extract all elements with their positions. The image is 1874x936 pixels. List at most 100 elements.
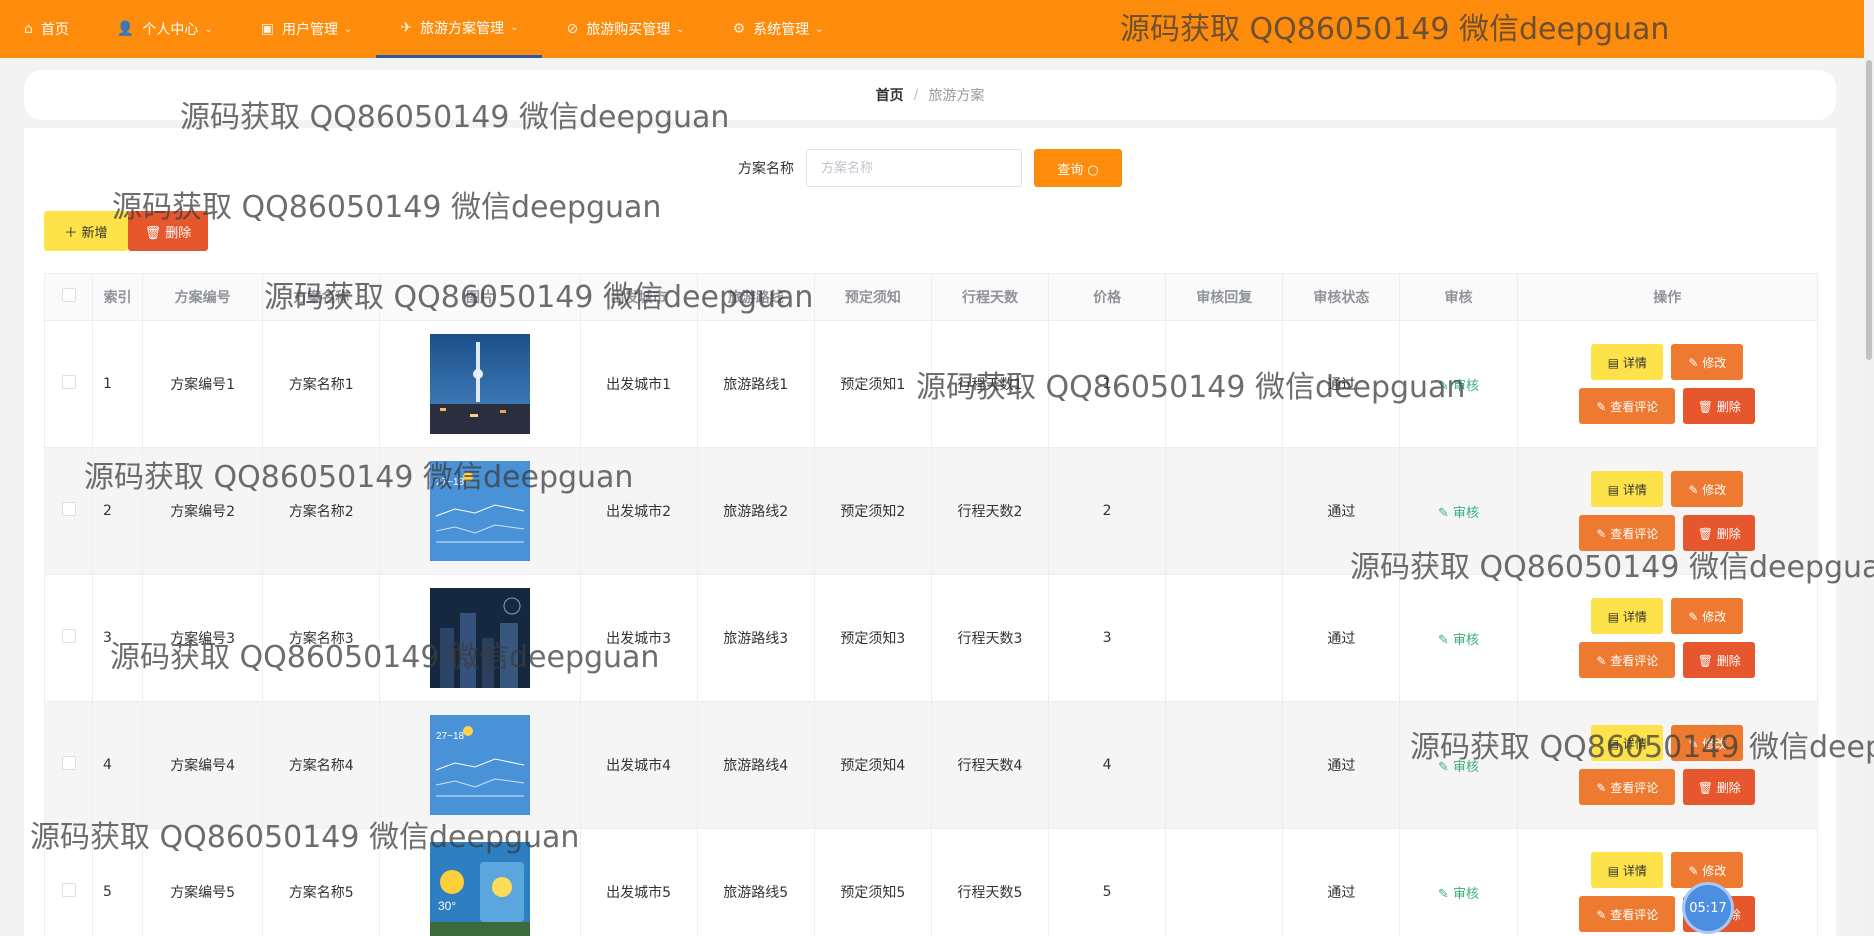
scrollbar-thumb[interactable] <box>1866 60 1872 360</box>
row-actions: ▤ 详情✎ 修改 ✎ 查看评论🗑 删除 <box>1537 598 1797 678</box>
nav-users[interactable]: ▣ 用户管理 ⌄ <box>237 0 377 58</box>
delete-button[interactable]: 🗑 删除 <box>1683 642 1756 678</box>
image-cell: 27~18° <box>379 447 581 575</box>
edit-button[interactable]: ✎ 修改 <box>1671 725 1744 761</box>
delete-button[interactable]: 🗑 删除 <box>1683 515 1756 551</box>
breadcrumb-home[interactable]: 首页 <box>876 85 904 105</box>
page-scrollbar[interactable] <box>1864 0 1874 936</box>
nav-travel-plans[interactable]: ✈ 旅游方案管理 ⌄ <box>376 0 543 58</box>
audit-link[interactable]: ✎ 审核 <box>1438 633 1479 648</box>
cell-city: 出发城市2 <box>579 447 698 575</box>
detail-button[interactable]: ▤ 详情 <box>1591 725 1664 761</box>
cell-status: 通过 <box>1282 828 1401 936</box>
select-all-checkbox-cell[interactable] <box>43 273 94 321</box>
column-header: 预定须知 <box>813 273 932 321</box>
nav-system[interactable]: ⚙ 系统管理 ⌄ <box>709 0 848 58</box>
cell-city: 出发城市4 <box>579 701 698 829</box>
audit-cell: ✎ 审核 <box>1399 574 1518 702</box>
audit-link[interactable]: ✎ 审核 <box>1438 887 1479 902</box>
cell-code: 方案编号4 <box>142 701 264 829</box>
select-all-checkbox[interactable] <box>61 288 76 302</box>
row-actions: ▤ 详情✎ 修改 ✎ 查看评论🗑 删除 <box>1537 471 1797 551</box>
add-button[interactable]: ＋ 新增 <box>44 211 128 251</box>
audit-cell: ✎ 审核 <box>1399 701 1518 829</box>
cell-city: 出发城市3 <box>579 574 698 702</box>
cell-price: 5 <box>1048 828 1167 936</box>
detail-button[interactable]: ▤ 详情 <box>1591 344 1664 380</box>
view-comments-button[interactable]: ✎ 查看评论 <box>1579 896 1676 932</box>
row-checkbox[interactable] <box>61 629 76 643</box>
image-cell <box>379 574 581 702</box>
view-comments-button[interactable]: ✎ 查看评论 <box>1579 769 1676 805</box>
table-row: 2 方案编号2 方案名称2 27~18° 出发城市2 旅游路线2 预定须知2 行程天数2 2 通过… <box>43 447 1819 575</box>
row-checkbox-cell <box>43 320 94 448</box>
view-comments-button[interactable]: ✎ 查看评论 <box>1579 642 1676 678</box>
bulk-delete-button[interactable]: 🗑 删除 <box>128 211 208 251</box>
edit-button[interactable]: ✎ 修改 <box>1671 344 1744 380</box>
audit-link[interactable]: ✎ 审核 <box>1438 760 1479 775</box>
edit-button[interactable]: ✎ 修改 <box>1671 471 1744 507</box>
action-bar: ＋ 新增 🗑 删除 <box>44 211 208 251</box>
column-header: 操作 <box>1516 273 1819 321</box>
plan-thumbnail-image: 27~18° <box>429 461 530 561</box>
cell-notice: 预定须知4 <box>813 701 932 829</box>
home-icon: ⌂ <box>24 21 33 37</box>
table-row: 3 方案编号3 方案名称3 出发城市3 旅游路线3 预定须知3 行程天数3 3 通过 ✎ 审核 ▤ … <box>43 574 1819 702</box>
row-checkbox[interactable] <box>61 883 76 897</box>
delete-button[interactable]: 🗑 删除 <box>1683 769 1756 805</box>
view-comments-button[interactable]: ✎ 查看评论 <box>1579 515 1676 551</box>
chevron-down-icon: ⌄ <box>815 23 824 35</box>
cell-route: 旅游路线4 <box>696 701 815 829</box>
nav-users-label: 用户管理 <box>281 22 338 38</box>
row-checkbox[interactable] <box>61 756 76 770</box>
detail-button[interactable]: ▤ 详情 <box>1591 852 1664 888</box>
delete-button[interactable]: 🗑 删除 <box>1683 388 1756 424</box>
nav-travel-plans-label: 旅游方案管理 <box>420 20 505 37</box>
cell-route: 旅游路线3 <box>696 574 815 702</box>
cell-city: 出发城市5 <box>579 828 698 936</box>
cell-status: 通过 <box>1282 701 1401 829</box>
detail-button[interactable]: ▤ 详情 <box>1591 598 1664 634</box>
audit-link[interactable]: ✎ 审核 <box>1438 379 1479 394</box>
nav-profile[interactable]: 👤 个人中心 ⌄ <box>93 0 237 58</box>
query-button[interactable]: 查询 ○ <box>1034 149 1122 187</box>
main-panel: 方案名称 查询 ○ ＋ 新增 🗑 删除 索引方案编号方案名称图片出发城市旅游路线… <box>24 128 1836 936</box>
column-header: 审核状态 <box>1282 273 1401 321</box>
search-input[interactable] <box>806 149 1022 187</box>
svg-text:27~18°: 27~18° <box>436 731 468 742</box>
cell-notice: 预定须知5 <box>813 828 932 936</box>
cell-reply <box>1165 701 1284 829</box>
edit-button[interactable]: ✎ 修改 <box>1671 598 1744 634</box>
timer-badge[interactable]: 05:17 <box>1685 885 1731 931</box>
nav-profile-label: 个人中心 <box>142 22 199 38</box>
cell-price: 2 <box>1048 447 1167 575</box>
breadcrumb-current: 旅游方案 <box>928 88 985 104</box>
cell-index: 2 <box>92 447 144 575</box>
view-comments-button[interactable]: ✎ 查看评论 <box>1579 388 1676 424</box>
chevron-down-icon: ⌄ <box>343 23 353 35</box>
cell-code: 方案编号2 <box>142 447 264 575</box>
cell-route: 旅游路线5 <box>696 828 815 936</box>
cell-price: 3 <box>1048 574 1167 702</box>
cell-price: 1 <box>1048 320 1167 448</box>
breadcrumb: 首页 / 旅游方案 <box>24 70 1836 120</box>
cell-status: 通过 <box>1282 447 1401 575</box>
ops-cell: ▤ 详情✎ 修改 ✎ 查看评论🗑 删除 <box>1516 701 1819 829</box>
cell-status: 通过 <box>1282 574 1401 702</box>
plan-thumbnail-image <box>429 334 530 434</box>
gear-icon: ⚙ <box>732 21 746 37</box>
cell-notice: 预定须知2 <box>813 447 932 575</box>
row-checkbox[interactable] <box>61 375 76 389</box>
ops-cell: ▤ 详情✎ 修改✎ 查看评论🗑 删除 <box>1516 828 1819 936</box>
audit-link[interactable]: ✎ 审核 <box>1438 506 1479 521</box>
briefcase-icon: ▣ <box>260 21 274 37</box>
plan-thumbnail-image: 30° <box>429 842 530 936</box>
column-header: 图片 <box>379 273 581 321</box>
edit-button[interactable]: ✎ 修改 <box>1671 852 1744 888</box>
image-cell: 27~18° <box>379 701 581 829</box>
nav-home[interactable]: ⌂ 首页 <box>0 0 93 58</box>
detail-button[interactable]: ▤ 详情 <box>1591 471 1664 507</box>
row-checkbox[interactable] <box>61 502 76 516</box>
nav-travel-purchases[interactable]: ⊘ 旅游购买管理 ⌄ <box>542 0 708 58</box>
cell-name: 方案名称3 <box>262 574 381 702</box>
